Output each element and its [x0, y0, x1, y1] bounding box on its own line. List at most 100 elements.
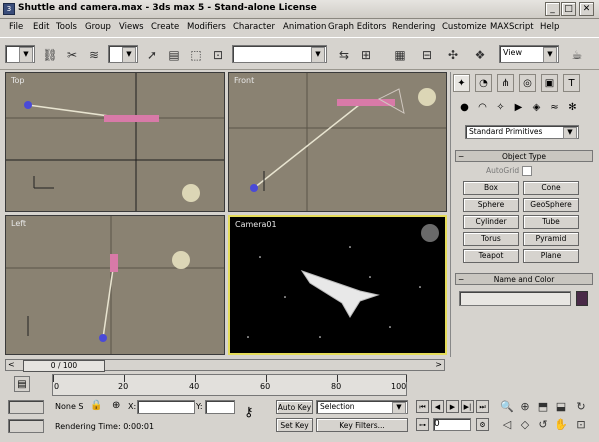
maximize-button[interactable]: □	[561, 2, 576, 16]
named-selection-dropdown[interactable]: ▼	[232, 45, 327, 63]
menu-file[interactable]: File	[9, 22, 23, 32]
maximize-viewport-icon[interactable]: ⊡	[574, 418, 588, 432]
current-frame-field[interactable]: 0	[433, 418, 471, 431]
pan-icon[interactable]: ✋	[554, 418, 568, 432]
track-bar[interactable]: 0 20 40 60 80 100	[52, 374, 407, 396]
align-icon[interactable]: ⊞	[356, 45, 376, 65]
utilities-tab-icon[interactable]: T	[563, 74, 580, 92]
render-scene-icon[interactable]: ❖	[470, 45, 490, 65]
hierarchy-tab-icon[interactable]: ⋔	[497, 74, 514, 92]
track-view-icon[interactable]: ▦	[390, 45, 410, 65]
set-key-button[interactable]: Set Key	[276, 418, 313, 432]
menu-maxscript[interactable]: MAXScript	[490, 22, 534, 32]
cone-button[interactable]: Cone	[523, 181, 579, 195]
material-editor-icon[interactable]: ✣	[443, 45, 463, 65]
viewport-left[interactable]: Left	[5, 215, 225, 355]
lights-icon[interactable]: ✧	[493, 100, 508, 116]
shapes-icon[interactable]: ◠	[475, 100, 490, 116]
systems-icon[interactable]: ✻	[565, 100, 580, 116]
object-color-swatch[interactable]	[576, 291, 588, 306]
teapot-button[interactable]: Teapot	[463, 249, 519, 263]
helpers-icon[interactable]: ◈	[529, 100, 544, 116]
geometry-icon[interactable]: ●	[457, 100, 472, 116]
perspective-icon[interactable]: ◇	[518, 418, 532, 432]
object-type-rollout-title[interactable]: − Object Type	[455, 150, 593, 162]
arc-rotate-icon[interactable]: ↻	[574, 400, 588, 414]
select-link-icon[interactable]: ⛓	[40, 45, 60, 65]
viewport-camera[interactable]: Camera01	[228, 215, 447, 355]
menu-animation[interactable]: Animation	[283, 22, 326, 32]
category-dropdown[interactable]: Standard Primitives ▼	[465, 125, 579, 139]
previous-frame-icon[interactable]: ◀	[431, 400, 444, 413]
go-to-start-icon[interactable]: ⏮	[416, 400, 429, 413]
pyramid-button[interactable]: Pyramid	[523, 232, 579, 246]
menu-views[interactable]: Views	[119, 22, 144, 32]
maxscript-listener-field[interactable]	[8, 400, 44, 414]
tube-button[interactable]: Tube	[523, 215, 579, 229]
menu-tools[interactable]: Tools	[56, 22, 77, 32]
minimize-button[interactable]: _	[545, 2, 560, 16]
modify-tab-icon[interactable]: ◔	[475, 74, 492, 92]
key-selection-dropdown[interactable]: Selection ▼	[316, 400, 408, 414]
cameras-icon[interactable]: ▶	[511, 100, 526, 116]
go-to-end-icon[interactable]: ⏭	[476, 400, 489, 413]
geosphere-button[interactable]: GeoSphere	[523, 198, 579, 212]
create-tab-icon[interactable]: ✦	[453, 74, 470, 92]
schematic-view-icon[interactable]: ⊟	[417, 45, 437, 65]
plane-button[interactable]: Plane	[523, 249, 579, 263]
zoom-all-icon[interactable]: ⊕	[518, 400, 532, 414]
maxscript-output-field[interactable]	[8, 419, 44, 433]
zoom-extents-icon[interactable]: ⬒	[536, 400, 550, 414]
unlink-icon[interactable]: ✂	[62, 45, 82, 65]
time-configuration-icon[interactable]: ⚙	[476, 418, 489, 431]
play-icon[interactable]: ▶	[446, 400, 459, 413]
spacewarps-icon[interactable]: ≈	[547, 100, 562, 116]
torus-button[interactable]: Torus	[463, 232, 519, 246]
mirror-icon[interactable]: ⇆	[334, 45, 354, 65]
slider-right-arrow-icon[interactable]: >	[435, 360, 442, 369]
undo-dropdown[interactable]: ▼	[5, 45, 35, 63]
next-frame-icon[interactable]: ▶|	[461, 400, 474, 413]
y-coord-field[interactable]	[205, 400, 235, 414]
display-tab-icon[interactable]: ▣	[541, 74, 558, 92]
menu-customize[interactable]: Customize	[442, 22, 487, 32]
menu-rendering[interactable]: Rendering	[392, 22, 435, 32]
select-region-icon[interactable]: ⬚	[186, 45, 206, 65]
menu-help[interactable]: Help	[540, 22, 559, 32]
menu-modifiers[interactable]: Modifiers	[187, 22, 226, 32]
sphere-button[interactable]: Sphere	[463, 198, 519, 212]
menu-group[interactable]: Group	[85, 22, 111, 32]
bind-spacewarp-icon[interactable]: ≋	[84, 45, 104, 65]
x-coord-field[interactable]	[137, 400, 195, 414]
viewport-front[interactable]: Front	[228, 72, 447, 212]
zoom-icon[interactable]: 🔍	[500, 400, 514, 414]
time-slider-thumb[interactable]: 0 / 100	[23, 360, 105, 372]
box-button[interactable]: Box	[463, 181, 519, 195]
track-bar-toggle-icon[interactable]: ▤	[14, 376, 30, 392]
name-color-rollout-title[interactable]: − Name and Color	[455, 273, 593, 285]
render-type-dropdown[interactable]: View ▼	[499, 45, 559, 63]
quick-render-icon[interactable]: ☕	[567, 45, 587, 65]
key-filters-button[interactable]: Key Filters...	[316, 418, 408, 432]
cylinder-button[interactable]: Cylinder	[463, 215, 519, 229]
select-by-name-icon[interactable]: ▤	[164, 45, 184, 65]
menu-edit[interactable]: Edit	[33, 22, 49, 32]
roll-icon[interactable]: ↺	[536, 418, 550, 432]
object-name-field[interactable]	[459, 291, 571, 306]
slider-left-arrow-icon[interactable]: <	[8, 360, 15, 369]
menu-graph-editors[interactable]: Graph Editors	[328, 22, 386, 32]
viewport-top[interactable]: Top	[5, 72, 225, 212]
select-object-icon[interactable]: ➚	[142, 45, 162, 65]
key-mode-toggle-icon[interactable]: ⊶	[416, 418, 429, 431]
lock-selection-icon[interactable]: 🔒	[90, 400, 102, 411]
motion-tab-icon[interactable]: ◎	[519, 74, 536, 92]
autogrid-checkbox[interactable]: AutoGrid	[486, 166, 532, 176]
auto-key-button[interactable]: Auto Key	[276, 400, 313, 414]
time-slider[interactable]: 0 / 100 < >	[5, 359, 445, 372]
menu-create[interactable]: Create	[151, 22, 179, 32]
absolute-mode-icon[interactable]: ⊕	[112, 400, 120, 411]
zoom-extents-all-icon[interactable]: ⬓	[554, 400, 568, 414]
close-button[interactable]: ✕	[579, 2, 594, 16]
window-crossing-icon[interactable]: ⊡	[208, 45, 228, 65]
selection-filter-dropdown[interactable]: ▼	[108, 45, 138, 63]
